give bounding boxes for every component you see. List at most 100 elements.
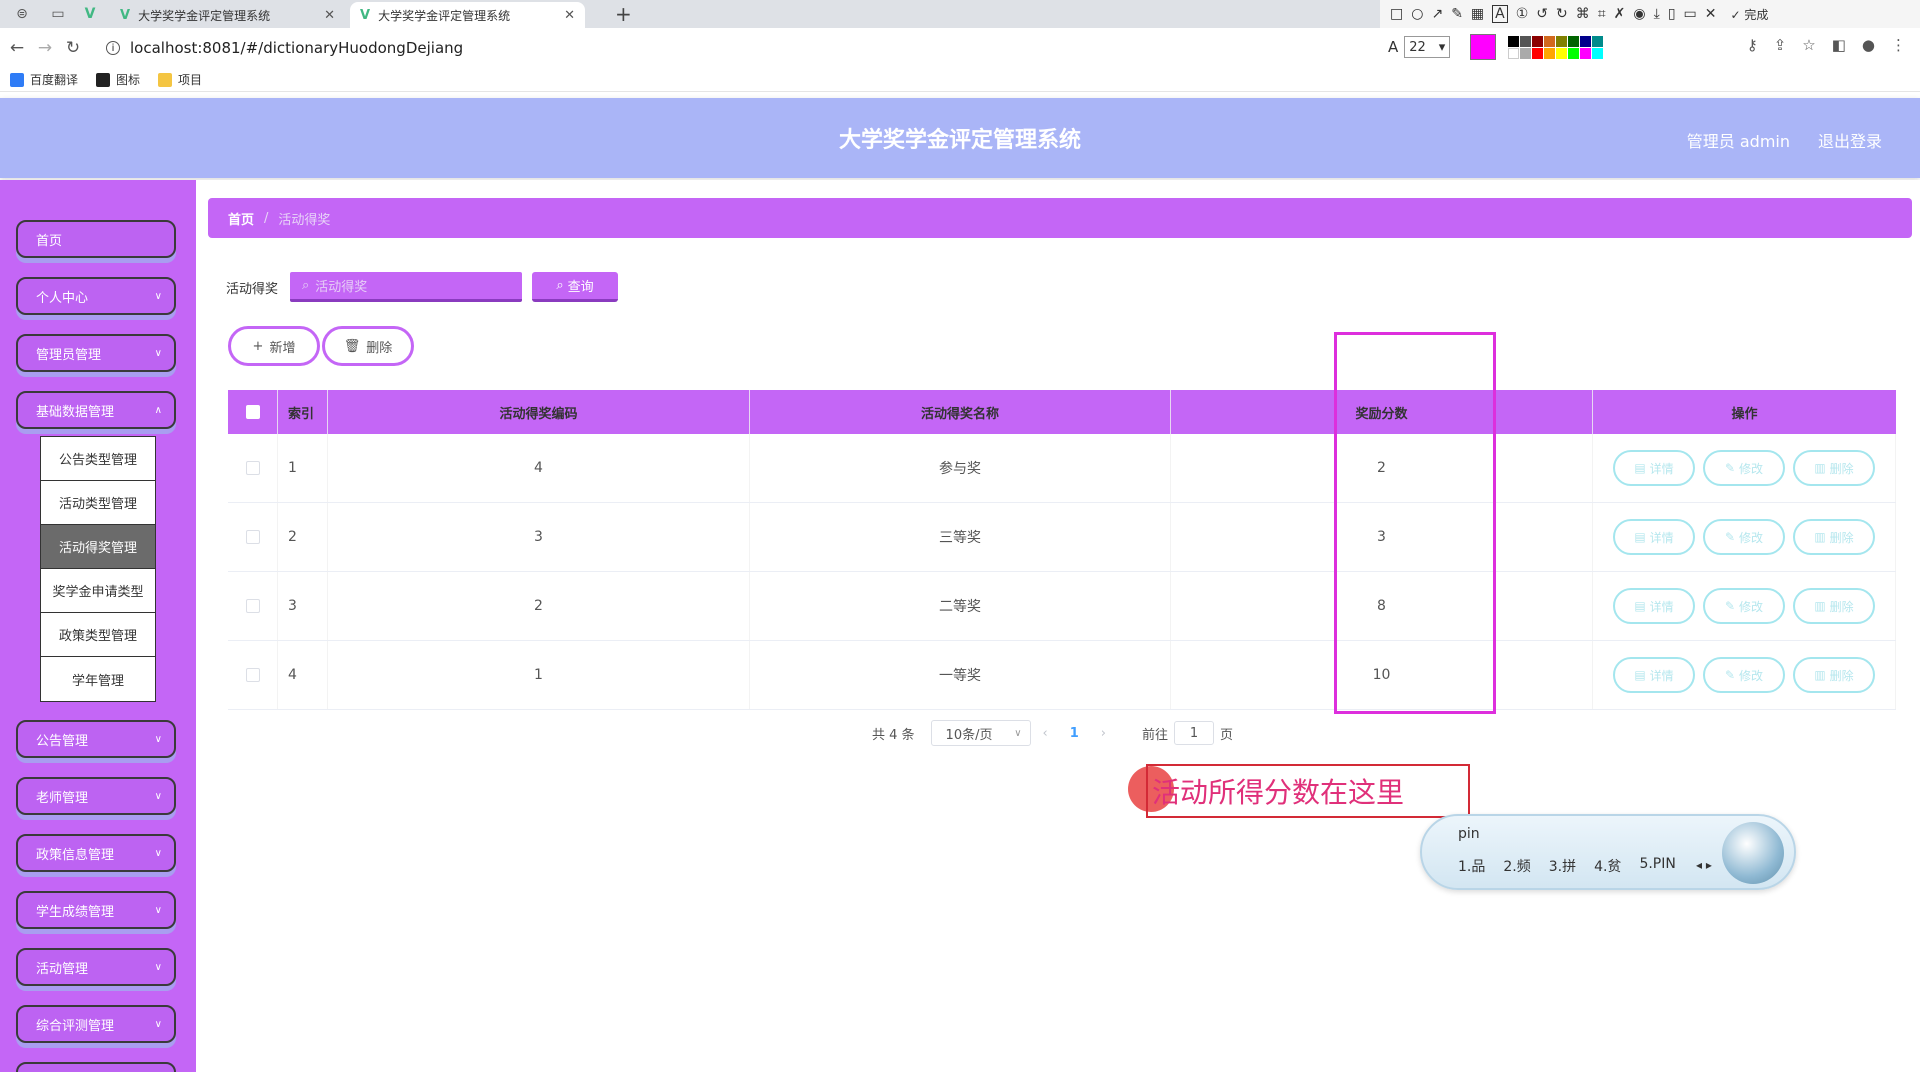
pin-icon[interactable]: ✗ [1614,6,1626,22]
bookmark-baidu-translate[interactable]: 百度翻译 [10,71,78,88]
key-icon[interactable]: ⚷ [1747,36,1758,54]
current-color-swatch[interactable] [1470,34,1497,60]
row-checkbox[interactable] [245,530,260,544]
share-icon[interactable]: ⇪ [1774,36,1787,54]
undo-icon[interactable]: ↺ [1536,6,1548,22]
new-tab-button[interactable]: + [615,2,632,26]
logout-link[interactable]: 退出登录 [1818,128,1882,152]
submenu-item-notice-type[interactable]: 公告类型管理 [41,437,155,481]
sidebar-item-more[interactable] [16,1062,176,1072]
browser-tab-2[interactable]: V 大学奖学金评定管理系统 ✕ [350,2,585,28]
phone-icon[interactable]: ▯ [1668,6,1676,22]
page-size-select[interactable]: 10条/页 ∨ [930,720,1031,746]
close-icon[interactable]: ✕ [1705,6,1717,22]
chevron-down-icon: ∨ [154,790,162,802]
cell-name: 三等奖 [750,503,1171,571]
sidebar-item-home[interactable]: 首页 [16,220,176,258]
sidebar-item-admin[interactable]: 管理员管理 ∨ [16,334,176,372]
star-icon[interactable]: ☆ [1802,36,1815,54]
done-button[interactable]: ✓ 完成 [1731,6,1769,23]
sidebar-item-teacher[interactable]: 老师管理 ∨ [16,777,176,815]
bookmark-icon[interactable]: ▭ [1684,6,1697,22]
ime-candidate[interactable]: 3.拼 [1549,856,1576,876]
sidebar-item-profile[interactable]: 个人中心 ∨ [16,277,176,315]
detail-button[interactable]: ▤ 详情 [1613,519,1695,555]
ime-page-arrows-icon[interactable]: ◂ ▸ [1696,858,1712,872]
mosaic-tool-icon[interactable]: ▦ [1471,6,1484,22]
goto-page-input[interactable]: 1 [1174,721,1215,745]
sidebar-item-activity[interactable]: 活动管理 ∨ [16,948,176,986]
sidebar-item-base-data[interactable]: 基础数据管理 ∧ [16,391,176,429]
pinned-vue-tab-icon[interactable]: V [76,3,104,25]
row-checkbox[interactable] [245,599,260,613]
edit-button[interactable]: ✎ 修改 [1703,450,1785,486]
submenu-item-scholarship-type[interactable]: 奖学金申请类型 [41,569,155,613]
trash-icon: ▥ [1814,599,1826,613]
sidebar-item-evaluation[interactable]: 综合评测管理 ∨ [16,1005,176,1043]
row-checkbox[interactable] [245,668,260,682]
edit-button[interactable]: ✎ 修改 [1703,657,1785,693]
next-page-icon[interactable]: › [1101,726,1106,741]
row-checkbox[interactable] [245,461,260,475]
search-input[interactable]: ⌕ 活动得奖 [290,272,523,302]
submenu-item-school-year[interactable]: 学年管理 [41,657,155,701]
prev-page-icon[interactable]: ‹ [1043,726,1048,741]
search-button[interactable]: ⌕ 查询 [532,272,619,302]
delete-button[interactable]: ▥ 删除 [1793,588,1875,624]
ime-candidate[interactable]: 4.贫 [1594,856,1621,876]
edit-button[interactable]: ✎ 修改 [1703,519,1785,555]
submenu-item-activity-award[interactable]: 活动得奖管理 [41,525,155,569]
tab-close-icon[interactable]: ✕ [324,8,335,23]
breadcrumb-home[interactable]: 首页 [228,209,254,228]
arrow-tool-icon[interactable]: ↗ [1431,6,1443,22]
number-tool-icon[interactable]: ① [1516,6,1529,22]
browser-app-icon[interactable]: ⊜ [8,3,36,25]
submenu-item-policy-type[interactable]: 政策类型管理 [41,613,155,657]
font-size-select[interactable]: 22 ▾ [1404,36,1451,58]
circle-tool-icon[interactable]: ○ [1411,6,1423,22]
ime-candidate[interactable]: 1.品 [1458,856,1485,876]
profile-icon[interactable]: ● [1862,36,1875,54]
ime-candidate[interactable]: 2.频 [1503,856,1530,876]
delete-button[interactable]: ▥ 删除 [1793,657,1875,693]
record-icon[interactable]: ◉ [1633,6,1645,22]
document-icon: ▤ [1634,668,1646,682]
annotation-text-box[interactable]: 活动所得分数在这里 [1146,764,1470,818]
sidepanel-icon[interactable]: ◧ [1832,36,1846,54]
sidebar-item-notice[interactable]: 公告管理 ∨ [16,720,176,758]
browser-tab-1[interactable]: V 大学奖学金评定管理系统 ✕ [110,2,345,28]
text-tool-icon[interactable]: A [1492,5,1508,23]
menu-icon[interactable]: ⋮ [1891,36,1906,54]
select-all-checkbox[interactable] [245,405,260,419]
submenu-item-activity-type[interactable]: 活动类型管理 [41,481,155,525]
ime-candidate[interactable]: 5.PIN [1639,856,1675,876]
site-info-icon[interactable]: i [106,41,120,55]
redo-icon[interactable]: ↻ [1556,6,1568,22]
page-number[interactable]: 1 [1070,726,1079,741]
color-palette[interactable] [1508,35,1604,59]
ocr-icon[interactable]: ⌗ [1598,6,1606,22]
delete-button[interactable]: ▥ 删除 [1793,519,1875,555]
tab-close-icon[interactable]: ✕ [564,8,575,23]
url-field[interactable]: i localhost:8081/#/dictionaryHuodongDeji… [106,34,1376,62]
translate-icon[interactable]: ⌘ [1576,6,1590,22]
add-button[interactable]: + 新增 [228,326,320,366]
detail-button[interactable]: ▤ 详情 [1613,588,1695,624]
download-icon[interactable]: ⤓ [1654,6,1660,22]
reload-icon[interactable]: ↻ [60,38,86,58]
bookmark-project[interactable]: 项目 [158,71,202,88]
sidebar-item-policy[interactable]: 政策信息管理 ∨ [16,834,176,872]
delete-button[interactable]: ▥ 删除 [1793,450,1875,486]
forward-icon[interactable]: → [32,38,58,58]
back-icon[interactable]: ← [4,38,30,58]
rectangle-tool-icon[interactable]: □ [1390,6,1403,22]
bookmark-icons[interactable]: 图标 [96,71,140,88]
browser-tabbar: ⊜ ▭ V V 大学奖学金评定管理系统 ✕ V 大学奖学金评定管理系统 ✕ + … [0,0,1920,28]
pinned-tab-icon[interactable]: ▭ [44,3,72,25]
pen-tool-icon[interactable]: ✎ [1451,6,1463,22]
detail-button[interactable]: ▤ 详情 [1613,657,1695,693]
detail-button[interactable]: ▤ 详情 [1613,450,1695,486]
edit-button[interactable]: ✎ 修改 [1703,588,1785,624]
batch-delete-button[interactable]: 🗑 删除 [322,326,414,366]
sidebar-item-grades[interactable]: 学生成绩管理 ∨ [16,891,176,929]
